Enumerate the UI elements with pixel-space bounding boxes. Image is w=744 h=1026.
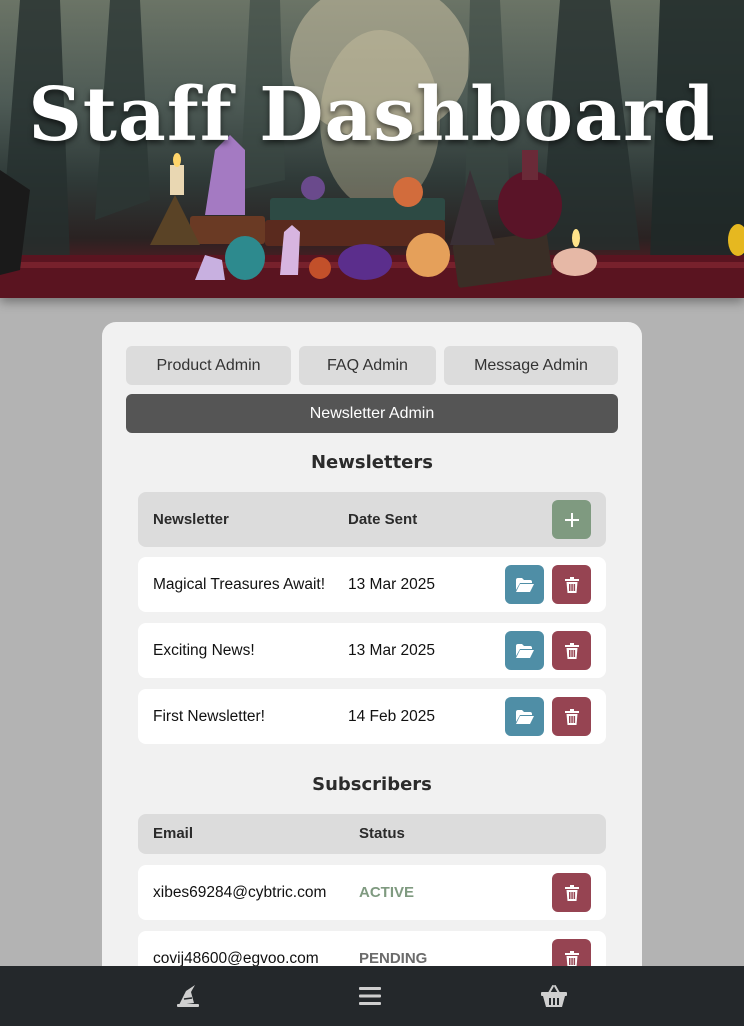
wizard-hat-icon — [177, 985, 199, 1007]
subscriber-row: xibes69284@cybtric.com ACTIVE — [138, 865, 606, 920]
trash-icon — [564, 708, 579, 725]
subscribers-heading: Subscribers — [312, 774, 432, 795]
newsletter-date: 13 Mar 2025 — [348, 575, 436, 593]
newsletter-date: 14 Feb 2025 — [348, 707, 436, 725]
folder-open-icon — [515, 577, 534, 592]
open-newsletter-button[interactable] — [505, 565, 544, 604]
tab-newsletter-admin[interactable]: Newsletter Admin — [126, 394, 618, 433]
column-header-newsletter: Newsletter — [153, 511, 229, 528]
basket-icon — [541, 985, 567, 1007]
subscriber-email: xibes69284@cybtric.com — [153, 883, 327, 901]
page-title: Staff Dashboard — [28, 72, 716, 158]
column-header-status: Status — [359, 825, 405, 842]
open-newsletter-button[interactable] — [505, 631, 544, 670]
newsletter-row: Exciting News! 13 Mar 2025 — [138, 623, 606, 678]
newsletter-name: Magical Treasures Await! — [153, 575, 326, 593]
newsletters-heading: Newsletters — [310, 452, 433, 473]
nav-home[interactable] — [170, 980, 206, 1012]
hero-banner: Staff Dashboard — [0, 0, 744, 298]
delete-newsletter-button[interactable] — [552, 631, 591, 670]
trash-icon — [564, 950, 579, 967]
newsletter-name: Exciting News! — [153, 641, 255, 659]
newsletter-date: 13 Mar 2025 — [348, 641, 436, 659]
newsletter-row: Magical Treasures Await! 13 Mar 2025 — [138, 557, 606, 612]
tab-message-admin[interactable]: Message Admin — [444, 346, 618, 385]
nav-menu[interactable] — [352, 980, 388, 1012]
status-badge: ACTIVE — [359, 884, 415, 901]
add-newsletter-button[interactable] — [552, 500, 591, 539]
trash-icon — [564, 884, 579, 901]
menu-icon — [359, 987, 381, 1005]
newsletters-table-header: Newsletter Date Sent — [138, 492, 606, 547]
trash-icon — [564, 576, 579, 593]
column-header-date-sent: Date Sent — [348, 511, 418, 528]
folder-open-icon — [515, 709, 534, 724]
subscribers-table-header: Email Status — [138, 814, 606, 854]
tab-product-admin[interactable]: Product Admin — [126, 346, 291, 385]
open-newsletter-button[interactable] — [505, 697, 544, 736]
dashboard-card: Product Admin FAQ Admin Message Admin Ne… — [102, 322, 642, 1026]
delete-newsletter-button[interactable] — [552, 565, 591, 604]
bottom-nav — [0, 966, 744, 1026]
plus-icon — [564, 512, 579, 527]
delete-newsletter-button[interactable] — [552, 697, 591, 736]
newsletter-name: First Newsletter! — [153, 707, 265, 725]
trash-icon — [564, 642, 579, 659]
folder-open-icon — [515, 643, 534, 658]
delete-subscriber-button[interactable] — [552, 873, 591, 912]
nav-basket[interactable] — [536, 980, 572, 1012]
tab-faq-admin[interactable]: FAQ Admin — [299, 346, 436, 385]
newsletter-row: First Newsletter! 14 Feb 2025 — [138, 689, 606, 744]
column-header-email: Email — [153, 825, 194, 842]
